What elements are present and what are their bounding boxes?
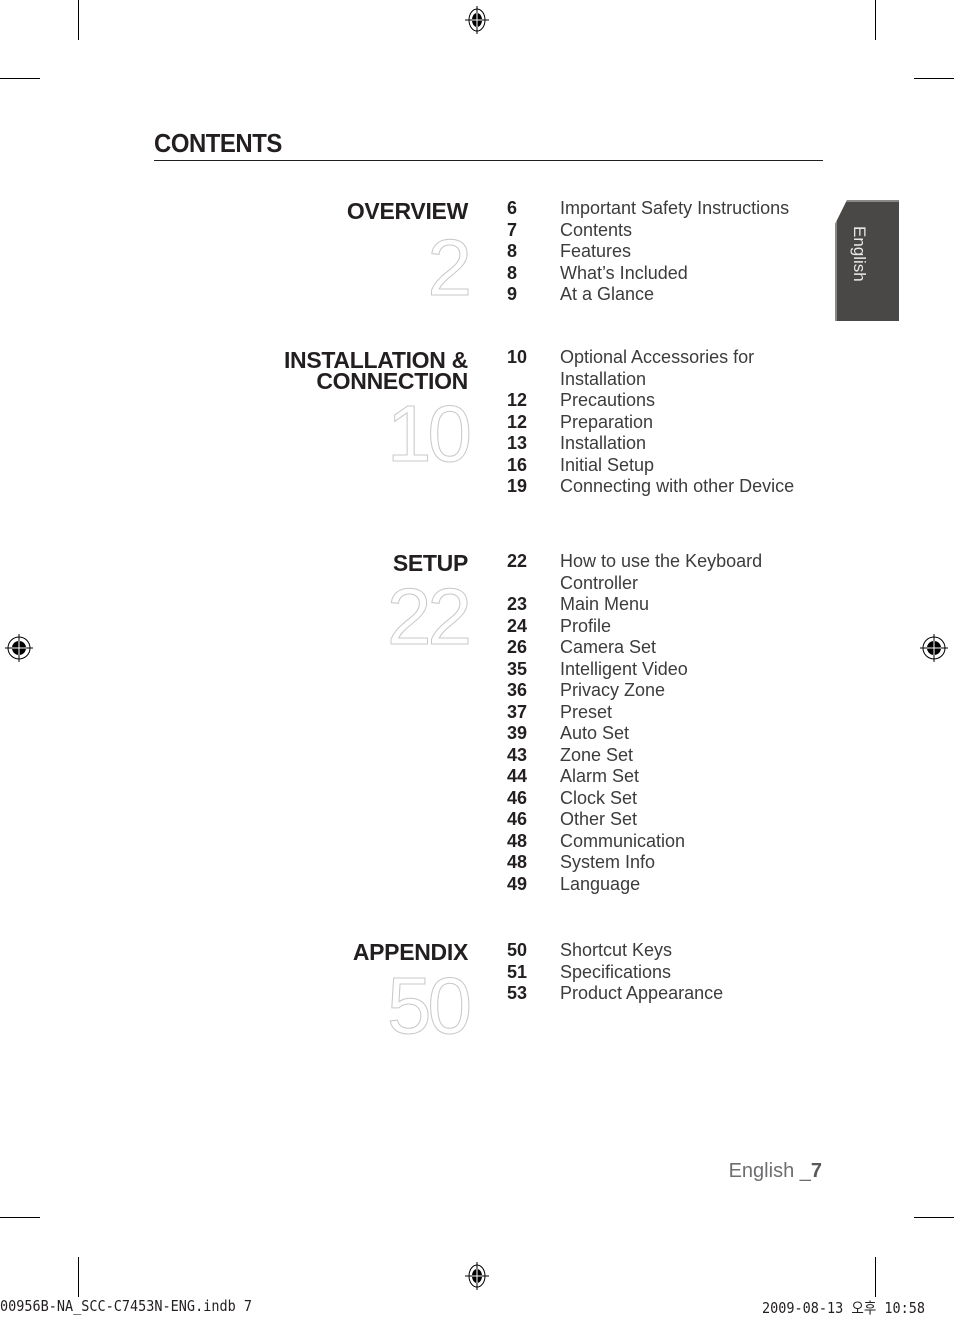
crop-mark xyxy=(875,0,876,40)
toc-entry[interactable]: 49 Language xyxy=(507,874,810,896)
toc-entry[interactable]: 48 System Info xyxy=(507,852,810,874)
registration-mark-icon xyxy=(465,1262,489,1290)
toc-entry[interactable]: 13 Installation xyxy=(507,433,810,455)
toc-entry[interactable]: 46 Other Set xyxy=(507,809,810,831)
crop-mark xyxy=(875,1257,876,1297)
section-heading: INSTALLATION & CONNECTION xyxy=(283,347,468,394)
toc-entry[interactable]: 39 Auto Set xyxy=(507,723,810,745)
page-number: 7 xyxy=(810,1160,822,1182)
section-heading: APPENDIX xyxy=(352,939,468,965)
toc-list: 6 Important Safety Instructions 7 Contents… xyxy=(507,198,810,306)
toc-entry[interactable]: 12 Preparation xyxy=(507,412,810,434)
page-title: CONTENTS xyxy=(154,128,282,158)
language-tab: English xyxy=(835,200,899,321)
slug-file-info: 00956B-NA_SCC-C7453N-ENG.indb 7 xyxy=(0,1297,252,1315)
section-heading: SETUP xyxy=(392,550,468,576)
toc-entry[interactable]: 10 Optional Accessories for Installation xyxy=(507,347,810,390)
toc-entry[interactable]: 12 Precautions xyxy=(507,390,810,412)
toc-entry[interactable]: 16 Initial Setup xyxy=(507,455,810,477)
section-start-page: 50 xyxy=(387,961,473,1050)
toc-entry[interactable]: 46 Clock Set xyxy=(507,788,810,810)
slug-timestamp: 2009-08-13 오후 10:58 xyxy=(762,1299,926,1317)
section-start-page: 10 xyxy=(387,389,473,478)
toc-list: 50 Shortcut Keys 51 Specifications 53 Produ… xyxy=(507,940,810,1005)
crop-mark xyxy=(914,78,954,79)
toc-entry[interactable]: 8 What’s Included xyxy=(507,263,810,285)
toc-entry[interactable]: 35 Intelligent Video xyxy=(507,659,810,681)
toc-list: 10 Optional Accessories for Installation … xyxy=(507,347,810,498)
toc-list: 22 How to use the Keyboard Controller 23 M… xyxy=(507,551,810,895)
toc-entry[interactable]: 43 Zone Set xyxy=(507,745,810,767)
toc-entry[interactable]: 53 Product Appearance xyxy=(507,983,810,1005)
crop-mark xyxy=(0,1217,40,1218)
crop-mark xyxy=(0,78,40,79)
toc-entry[interactable]: 44 Alarm Set xyxy=(507,766,810,788)
crop-mark xyxy=(78,0,79,40)
registration-mark-icon xyxy=(920,634,948,662)
toc-entry[interactable]: 19 Connecting with other Device xyxy=(507,476,810,498)
toc-entry[interactable]: 37 Preset xyxy=(507,702,810,724)
registration-mark-icon xyxy=(465,6,489,34)
toc-entry[interactable]: 51 Specifications xyxy=(507,962,810,984)
toc-entry[interactable]: 26 Camera Set xyxy=(507,637,810,659)
toc-entry[interactable]: 36 Privacy Zone xyxy=(507,680,810,702)
toc-entry[interactable]: 22 How to use the Keyboard Controller xyxy=(507,551,810,594)
toc-entry[interactable]: 8 Features xyxy=(507,241,810,263)
registration-mark-icon xyxy=(5,634,33,662)
section-start-page: 2 xyxy=(427,223,472,312)
toc-entry[interactable]: 6 Important Safety Instructions xyxy=(507,198,810,220)
section-heading: OVERVIEW xyxy=(346,198,468,224)
page-folio: English _7 xyxy=(728,1160,822,1182)
toc-entry[interactable]: 50 Shortcut Keys xyxy=(507,940,810,962)
crop-mark xyxy=(914,1217,954,1218)
toc-entry[interactable]: 9 At a Glance xyxy=(507,284,810,306)
toc-entry[interactable]: 24 Profile xyxy=(507,616,810,638)
toc-entry[interactable]: 23 Main Menu xyxy=(507,594,810,616)
crop-mark xyxy=(78,1257,79,1297)
title-divider xyxy=(154,160,823,161)
language-tab-label: English xyxy=(850,226,869,282)
toc-entry[interactable]: 7 Contents xyxy=(507,220,810,242)
toc-entry[interactable]: 48 Communication xyxy=(507,831,810,853)
section-start-page: 22 xyxy=(387,572,473,661)
